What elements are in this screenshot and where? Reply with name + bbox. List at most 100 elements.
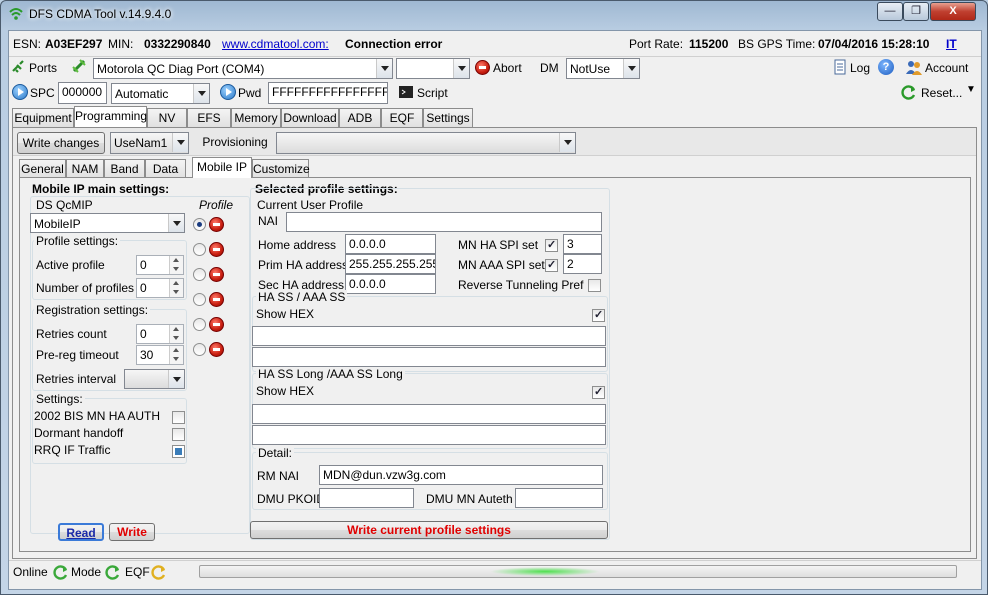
- mn-ha-spi-field[interactable]: 3: [563, 234, 602, 254]
- profile-delete-icon-1[interactable]: [209, 242, 224, 257]
- ports-button[interactable]: Ports: [29, 61, 57, 75]
- account-button[interactable]: Account: [925, 61, 968, 75]
- reset-button[interactable]: Reset...: [921, 86, 962, 100]
- spinner-arrows-icon[interactable]: [169, 325, 183, 343]
- it-link[interactable]: IT: [946, 37, 957, 51]
- dormant-handoff-checkbox[interactable]: [172, 428, 185, 441]
- spc-mode-select[interactable]: Automatic: [111, 83, 210, 104]
- min-value: 0332290840: [144, 37, 211, 51]
- write-button[interactable]: Write: [109, 523, 155, 541]
- sec-ha-field[interactable]: 0.0.0.0: [345, 274, 436, 294]
- show-hex-checkbox[interactable]: [592, 308, 605, 322]
- profile-delete-icon-2[interactable]: [209, 267, 224, 282]
- tab-adb[interactable]: ADB: [339, 108, 381, 127]
- minimize-button[interactable]: —: [877, 2, 903, 21]
- script-button[interactable]: Script: [417, 86, 448, 100]
- user-select-value: UseNam1: [114, 136, 168, 150]
- profile-radio-0[interactable]: [193, 218, 206, 231]
- subtab-general[interactable]: General: [19, 159, 66, 178]
- spc-field[interactable]: 000000: [58, 82, 107, 104]
- rrq-traffic-checkbox[interactable]: [172, 445, 185, 458]
- connect-icon[interactable]: [71, 58, 87, 74]
- mn-ha-spi-checkbox[interactable]: [545, 238, 558, 252]
- subtab-customize[interactable]: Customize: [252, 159, 310, 178]
- title-bar[interactable]: DFS CDMA Tool v.14.9.4.0 — ❐ X: [1, 1, 987, 29]
- user-select[interactable]: UseNam1: [110, 132, 189, 154]
- spinner-arrows-icon[interactable]: [169, 279, 183, 297]
- provisioning-select[interactable]: [276, 132, 576, 154]
- profile-radio-5[interactable]: [193, 343, 206, 356]
- spinner-arrows-icon[interactable]: [169, 346, 183, 364]
- profile-radio-1[interactable]: [193, 243, 206, 256]
- secondary-select[interactable]: [396, 58, 470, 79]
- spc-play-icon[interactable]: [12, 84, 28, 100]
- dmu-pkoid-field[interactable]: [319, 488, 414, 508]
- retries-interval-select[interactable]: [124, 369, 185, 389]
- read-button[interactable]: Read: [58, 523, 104, 541]
- pre-reg-timeout-value: 30: [140, 348, 154, 362]
- retries-count-spinner[interactable]: 0: [136, 324, 184, 344]
- tab-nv[interactable]: NV: [147, 108, 187, 127]
- nai-field[interactable]: [286, 212, 602, 232]
- spinner-arrows-icon[interactable]: [169, 256, 183, 274]
- left-title: Mobile IP main settings:: [32, 182, 170, 196]
- ha-ss-field[interactable]: [252, 326, 606, 346]
- min-label: MIN:: [108, 37, 134, 51]
- tab-equipment[interactable]: Equipment: [12, 108, 74, 127]
- prim-ha-field[interactable]: 255.255.255.255: [345, 254, 436, 274]
- tab-download[interactable]: Download: [281, 108, 339, 127]
- mn-aaa-spi-field[interactable]: 2: [563, 254, 602, 274]
- subtab-band[interactable]: Band: [104, 159, 145, 178]
- tab-efs[interactable]: EFS: [187, 108, 231, 127]
- tab-memory[interactable]: Memory: [231, 108, 281, 127]
- reverse-tunneling-checkbox[interactable]: [588, 279, 601, 292]
- ds-qcmip-select[interactable]: MobileIP: [30, 213, 185, 233]
- subtab-mobile-ip[interactable]: Mobile IP: [192, 157, 252, 178]
- write-changes-button[interactable]: Write changes: [17, 132, 105, 154]
- mn-aaa-spi-label: MN AAA SPI set: [458, 258, 545, 272]
- home-address-field[interactable]: 0.0.0.0: [345, 234, 436, 254]
- rm-nai-field[interactable]: MDN@dun.vzw3g.com: [319, 465, 603, 485]
- dmu-mn-auteth-field[interactable]: [515, 488, 603, 508]
- retries-count-value: 0: [140, 327, 147, 341]
- profile-radio-2[interactable]: [193, 268, 206, 281]
- tab-programming[interactable]: Programming: [74, 106, 147, 127]
- ha-ss-long-field[interactable]: [252, 404, 606, 424]
- rrq-traffic-label: RRQ IF Traffic: [34, 443, 111, 457]
- maximize-button[interactable]: ❐: [903, 2, 929, 21]
- site-link[interactable]: www.cdmatool.com:: [222, 37, 329, 51]
- abort-button[interactable]: Abort: [493, 61, 522, 75]
- bis-auth-checkbox[interactable]: [172, 411, 185, 424]
- aaa-ss-long-field[interactable]: [252, 425, 606, 445]
- ha-ss-long-label: HA SS Long /AAA SS Long: [256, 367, 405, 381]
- profile-delete-icon-4[interactable]: [209, 317, 224, 332]
- pwd-play-icon[interactable]: [220, 84, 236, 100]
- number-of-profiles-spinner[interactable]: 0: [136, 278, 184, 298]
- pre-reg-timeout-spinner[interactable]: 30: [136, 345, 184, 365]
- aaa-ss-field[interactable]: [252, 347, 606, 367]
- help-icon[interactable]: ?: [878, 59, 894, 75]
- profile-delete-icon-5[interactable]: [209, 342, 224, 357]
- tab-eqf[interactable]: EQF: [381, 108, 423, 127]
- profile-delete-icon-3[interactable]: [209, 292, 224, 307]
- pwd-field[interactable]: FFFFFFFFFFFFFFFF: [268, 82, 388, 104]
- port-rate-value: 115200: [689, 37, 729, 51]
- tab-settings[interactable]: Settings: [423, 108, 473, 127]
- profile-delete-icon-0[interactable]: [209, 217, 224, 232]
- active-profile-spinner[interactable]: 0: [136, 255, 184, 275]
- dm-select[interactable]: NotUse: [566, 58, 640, 79]
- esn-value: A03EF297: [45, 37, 103, 51]
- write-profile-button[interactable]: Write current profile settings: [250, 521, 608, 539]
- show-hex-long-checkbox[interactable]: [592, 385, 605, 399]
- profile-radio-3[interactable]: [193, 293, 206, 306]
- close-button[interactable]: X: [930, 2, 976, 21]
- chevron-down-icon: [623, 59, 639, 78]
- chevron-down-icon: [376, 59, 392, 78]
- reset-dropdown-icon[interactable]: ▼: [966, 84, 976, 95]
- mn-aaa-spi-checkbox[interactable]: [545, 258, 558, 272]
- port-select[interactable]: Motorola QC Diag Port (COM4): [93, 58, 393, 79]
- subtab-nam[interactable]: NAM: [66, 159, 104, 178]
- subtab-data[interactable]: Data: [145, 159, 186, 178]
- profile-radio-4[interactable]: [193, 318, 206, 331]
- log-button[interactable]: Log: [850, 61, 870, 75]
